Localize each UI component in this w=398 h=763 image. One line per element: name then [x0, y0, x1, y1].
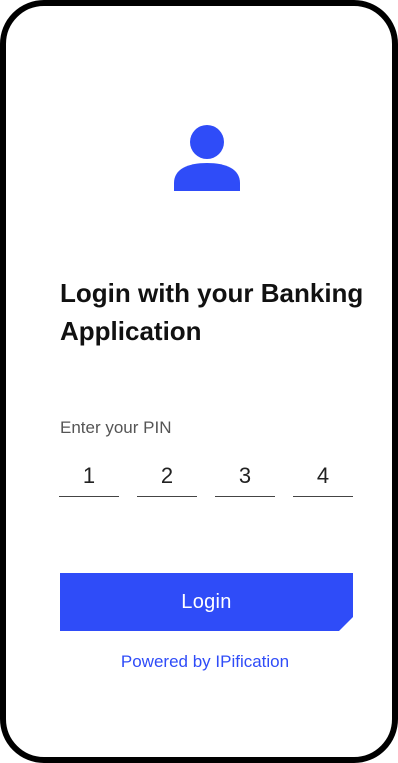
pin-label: Enter your PIN — [60, 418, 172, 437]
pin-digit-4[interactable] — [293, 456, 353, 497]
powered-by-link[interactable]: Powered by IPification — [6, 652, 398, 672]
pin-digit-2[interactable] — [137, 456, 197, 497]
login-button[interactable]: Login — [60, 573, 353, 631]
pin-digit-3[interactable] — [215, 456, 275, 497]
pin-digit-1[interactable] — [59, 456, 119, 497]
user-icon — [174, 125, 240, 191]
page-title: Login with your Banking Application — [60, 278, 364, 346]
phone-frame: Login with your Banking Application Ente… — [0, 0, 398, 763]
